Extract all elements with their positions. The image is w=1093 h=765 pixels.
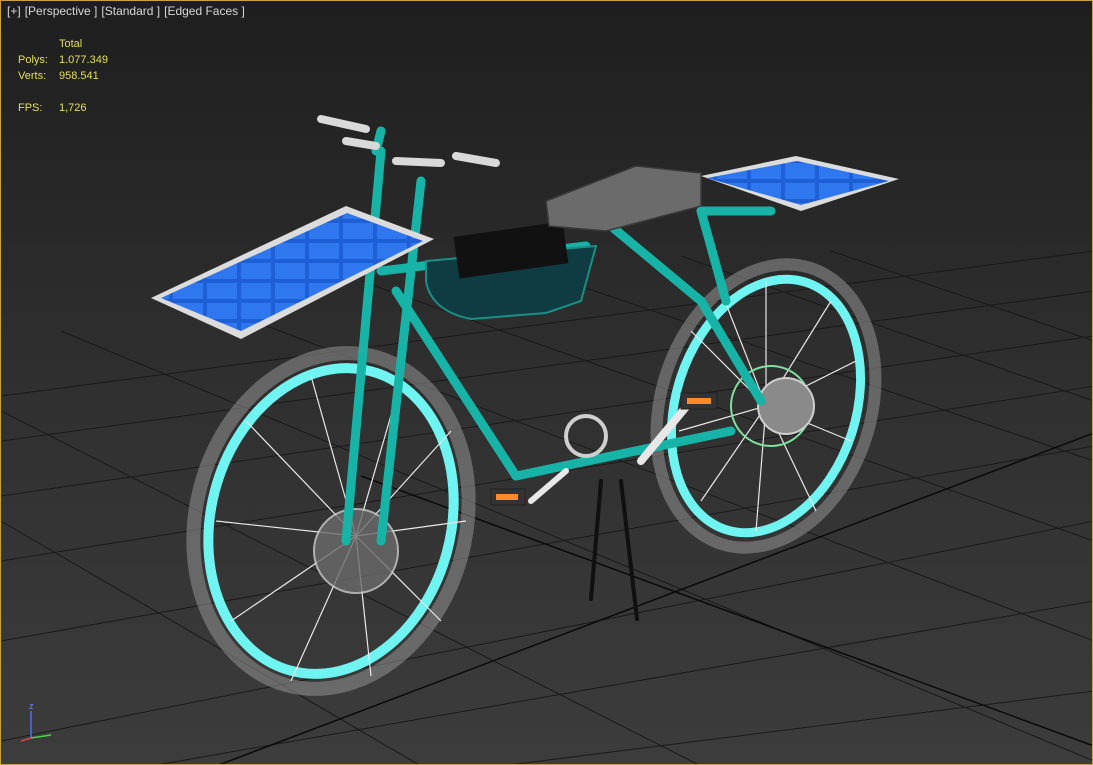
viewport-display-mode-menu[interactable]: [Edged Faces ] [164,4,245,18]
handlebar[interactable] [317,115,500,167]
polys-value: 1.077.349 [59,54,108,66]
seat[interactable] [545,165,702,232]
polys-label: Polys: [18,54,48,66]
perspective-viewport[interactable]: [+] [Perspective ] [Standard ] [Edged Fa… [0,0,1093,765]
axis-tripod-icon: z [20,701,52,742]
statistics-overlay: Total Polys: 1.077.349 Verts: 958.541 FPS:… [18,36,108,116]
fps-value: 1,726 [59,102,87,114]
viewport-general-menu[interactable]: [+] [7,4,21,18]
verts-label: Verts: [18,70,47,82]
kickstand[interactable] [589,479,639,621]
scene-canvas[interactable] [1,1,1093,765]
ground-grid [1,250,1092,764]
viewport-point-of-view-menu[interactable]: [Perspective ] [25,4,98,18]
rear-solar-panel[interactable] [701,156,899,211]
z-axis-label: z [29,701,34,711]
rear-wheel[interactable] [621,236,910,577]
viewport-shading-menu[interactable]: [Standard ] [101,4,160,18]
verts-value: 958.541 [59,70,99,82]
stats-header: Total [59,38,83,50]
fps-label: FPS: [18,102,43,114]
viewport-label-menu[interactable]: [+] [Perspective ] [Standard ] [Edged Fa… [7,4,245,18]
